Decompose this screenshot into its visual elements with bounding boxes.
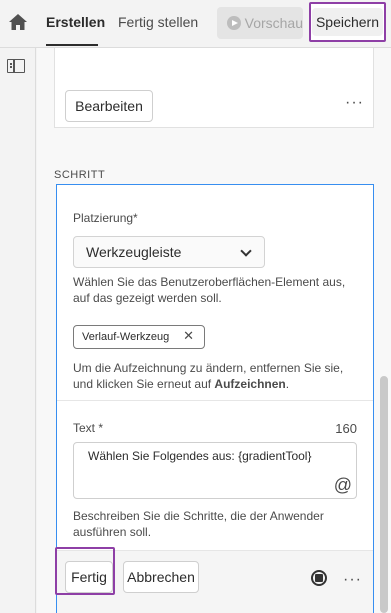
tab-erstellen[interactable]: Erstellen [46,14,105,30]
placement-select[interactable]: Werkzeugleiste [73,236,265,268]
previous-step-card: Bearbeiten ··· [54,48,374,128]
left-rail [0,48,36,613]
save-button[interactable]: Speichern [311,8,384,36]
text-field[interactable]: Wählen Sie Folgendes aus: {gradientTool}… [73,442,357,499]
top-bar: Erstellen Fertig stellen Vorschau Speich… [0,0,391,48]
tab-fertig-stellen[interactable]: Fertig stellen [118,14,198,30]
edit-button[interactable]: Bearbeiten [65,90,153,122]
scrollbar[interactable] [380,376,388,613]
placement-value: Werkzeugleiste [86,244,182,260]
text-label: Text * [73,421,104,435]
step-footer: Fertig Abbrechen ··· [55,547,373,613]
preview-label: Vorschau [244,15,303,31]
steps-panel: Bearbeiten ··· SCHRITT Platzierung* Werk… [37,48,391,613]
placement-label: Platzierung* [73,211,138,225]
placement-help: Wählen Sie das Benutzeroberflächen-Eleme… [73,275,346,305]
text-help: Beschreiben Sie die Schritte, die der An… [73,509,324,539]
section-label: SCHRITT [54,169,106,181]
chevron-down-icon [240,245,252,257]
home-icon[interactable] [8,12,28,32]
record-help: Um die Aufzeichnung zu ändern, entfernen… [73,360,363,392]
stop-record-icon[interactable] [311,570,327,586]
save-button-highlight: Speichern [309,2,386,42]
done-button[interactable]: Fertig [65,561,113,593]
char-count: 160 [335,421,357,436]
record-help-suffix: . [285,377,290,391]
target-tag: Verlauf-Werkzeug ✕ [73,325,205,349]
divider [57,400,373,401]
panel-toggle-icon[interactable] [7,59,25,73]
more-options-icon[interactable]: ··· [343,571,362,589]
play-icon [227,16,241,30]
active-tab-indicator [46,44,98,46]
at-sign-icon[interactable]: @ [334,475,352,496]
cancel-button[interactable]: Abbrechen [123,561,199,593]
more-options-icon[interactable]: ··· [345,94,364,112]
preview-button[interactable]: Vorschau [217,7,303,39]
record-help-action: Aufzeichnen [214,377,286,391]
target-tag-label: Verlauf-Werkzeug [82,331,170,343]
step-editor-card: Platzierung* Werkzeugleiste Wählen Sie d… [55,184,374,613]
close-icon[interactable]: ✕ [183,328,194,344]
text-field-value: Wählen Sie Folgendes aus: {gradientTool} [88,449,312,463]
record-help-prefix: Um die Aufzeichnung zu ändern, entfernen… [73,361,344,391]
